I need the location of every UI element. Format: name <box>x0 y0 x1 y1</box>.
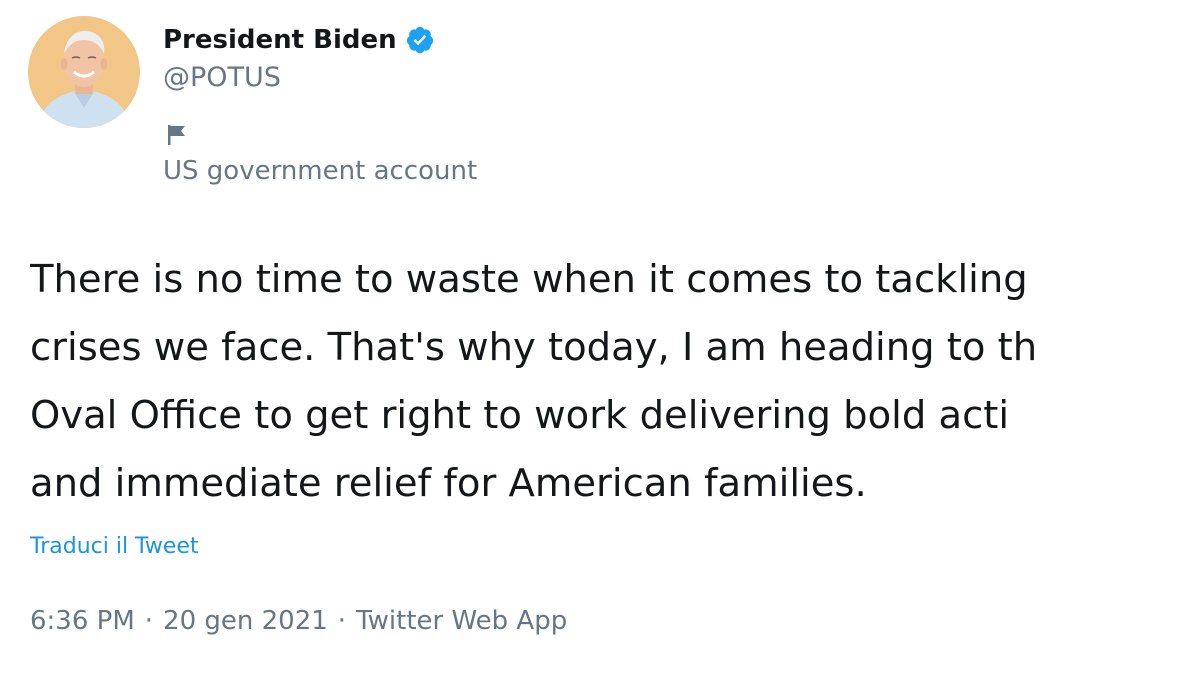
tweet-text-line: and immediate relief for American famili… <box>30 461 867 506</box>
avatar[interactable] <box>28 16 140 128</box>
tweet-text-line: crises we face. That's why today, I am h… <box>30 325 1038 370</box>
author-display-name[interactable]: President Biden <box>163 25 397 55</box>
verified-badge-icon <box>405 25 435 55</box>
profile-photo <box>28 16 140 128</box>
tweet-meta: 6:36 PM · 20 gen 2021 · Twitter Web App <box>30 606 567 636</box>
tweet-text-line: There is no time to waste when it comes … <box>30 257 1028 302</box>
author-handle[interactable]: @POTUS <box>163 62 281 93</box>
account-label: US government account <box>163 156 478 186</box>
meta-separator: · <box>144 606 154 636</box>
tweet-text: There is no time to waste when it comes … <box>30 246 1198 518</box>
tweet-date[interactable]: 20 gen 2021 <box>163 606 328 636</box>
translate-tweet-link[interactable]: Traduci il Tweet <box>30 534 199 559</box>
tweet-time[interactable]: 6:36 PM <box>30 606 135 636</box>
flag-icon <box>165 122 191 148</box>
tweet-text-line: Oval Office to get right to work deliver… <box>30 393 1010 438</box>
tweet-source[interactable]: Twitter Web App <box>356 606 567 636</box>
meta-separator: · <box>337 606 347 636</box>
author-name-row: President Biden <box>163 20 435 60</box>
